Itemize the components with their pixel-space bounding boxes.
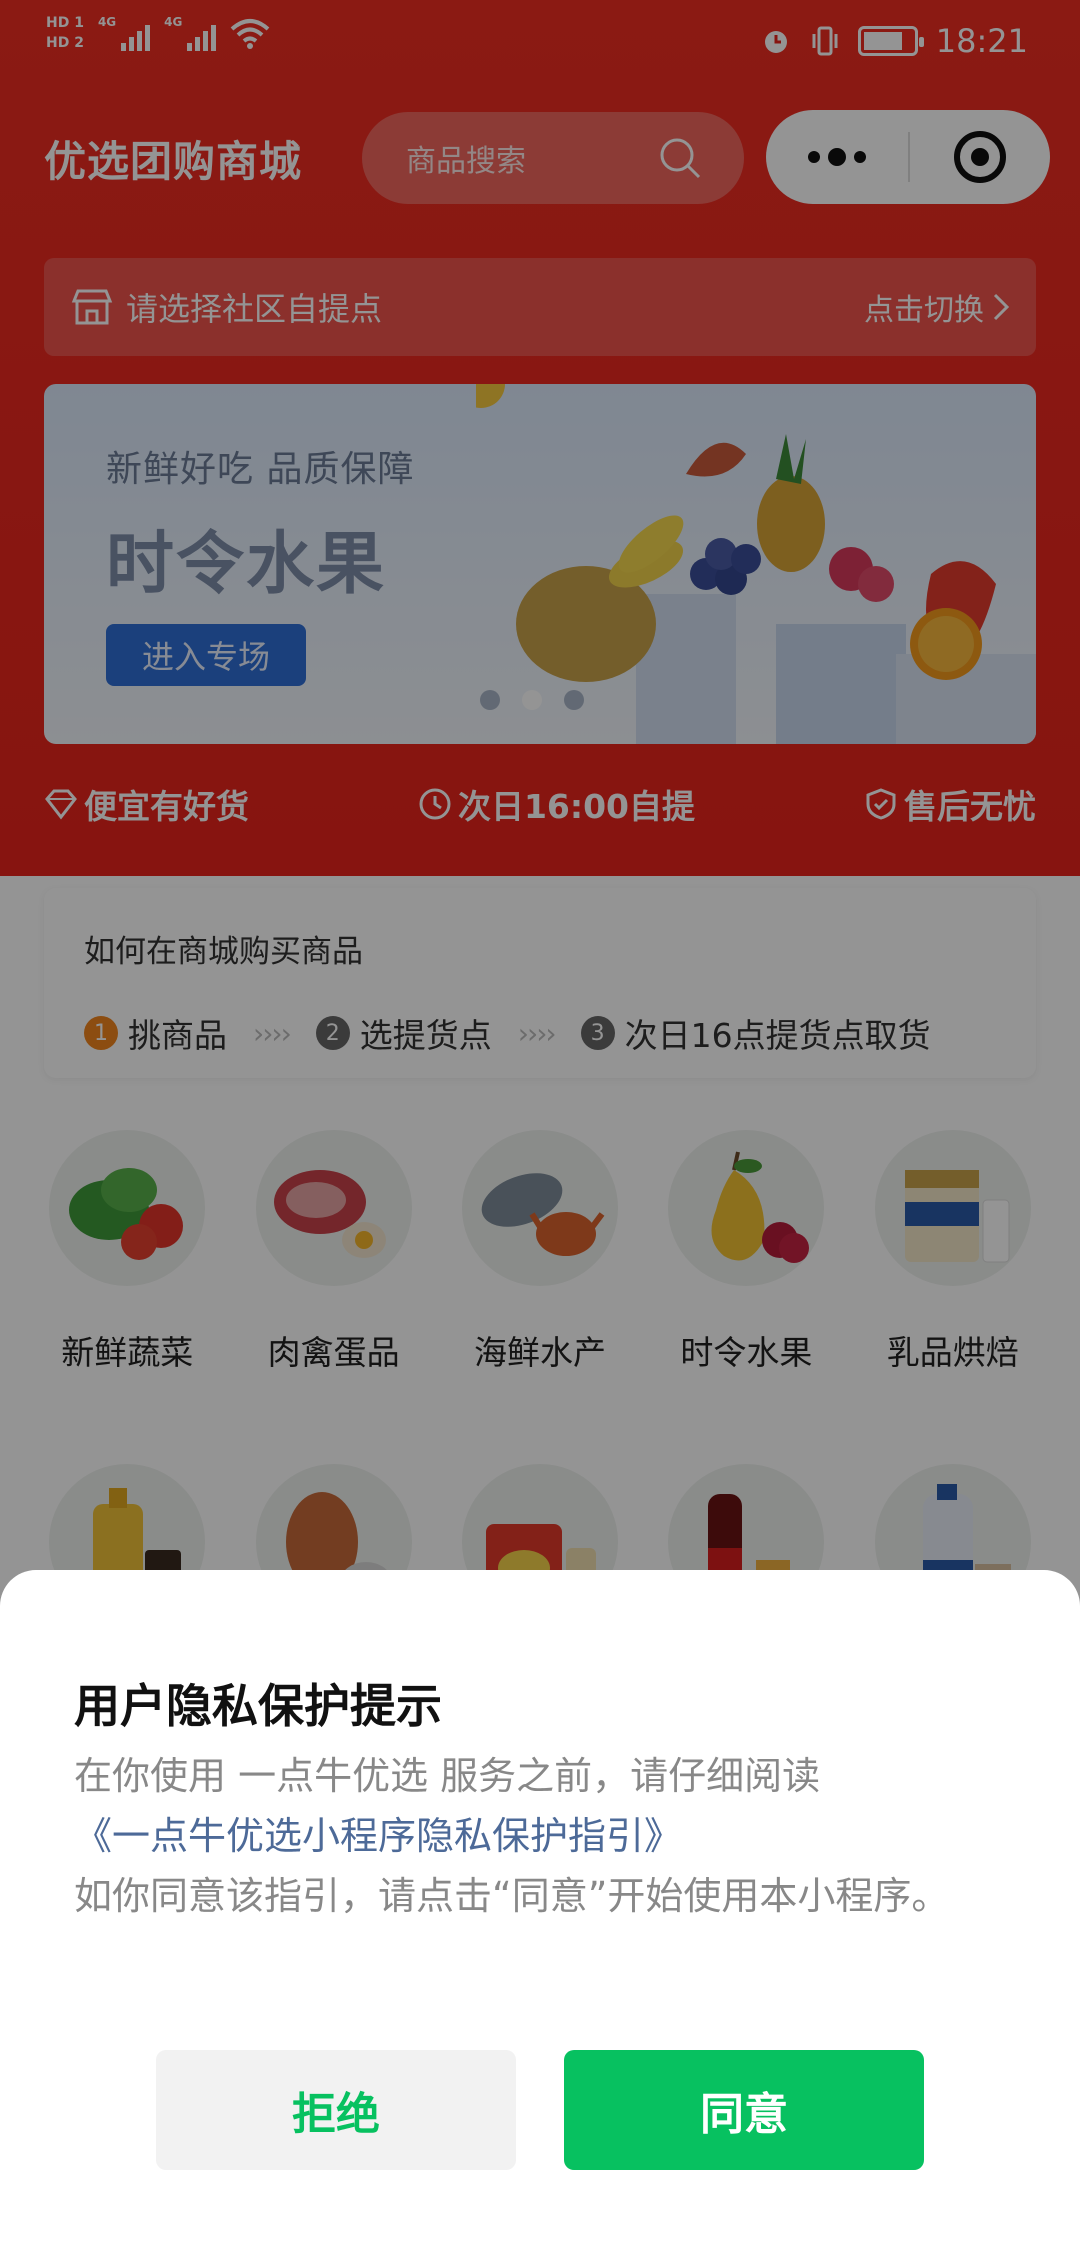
agree-button[interactable]: 同意 xyxy=(564,2050,924,2170)
dialog-title: 用户隐私保护提示 xyxy=(74,1679,442,1733)
privacy-dialog: 用户隐私保护提示 在你使用 一点牛优选 服务之前，请仔细阅读 《一点牛优选小程序… xyxy=(0,1570,1080,2244)
dialog-line-1: 在你使用 一点牛优选 服务之前，请仔细阅读 xyxy=(74,1754,821,1798)
dialog-line-2: 如你同意该指引，请点击“同意”开始使用本小程序。 xyxy=(74,1874,950,1918)
dialog-body: 在你使用 一点牛优选 服务之前，请仔细阅读 《一点牛优选小程序隐私保护指引》 如… xyxy=(74,1746,1014,1926)
privacy-guide-link[interactable]: 《一点牛优选小程序隐私保护指引》 xyxy=(74,1806,1014,1866)
reject-button[interactable]: 拒绝 xyxy=(156,2050,516,2170)
